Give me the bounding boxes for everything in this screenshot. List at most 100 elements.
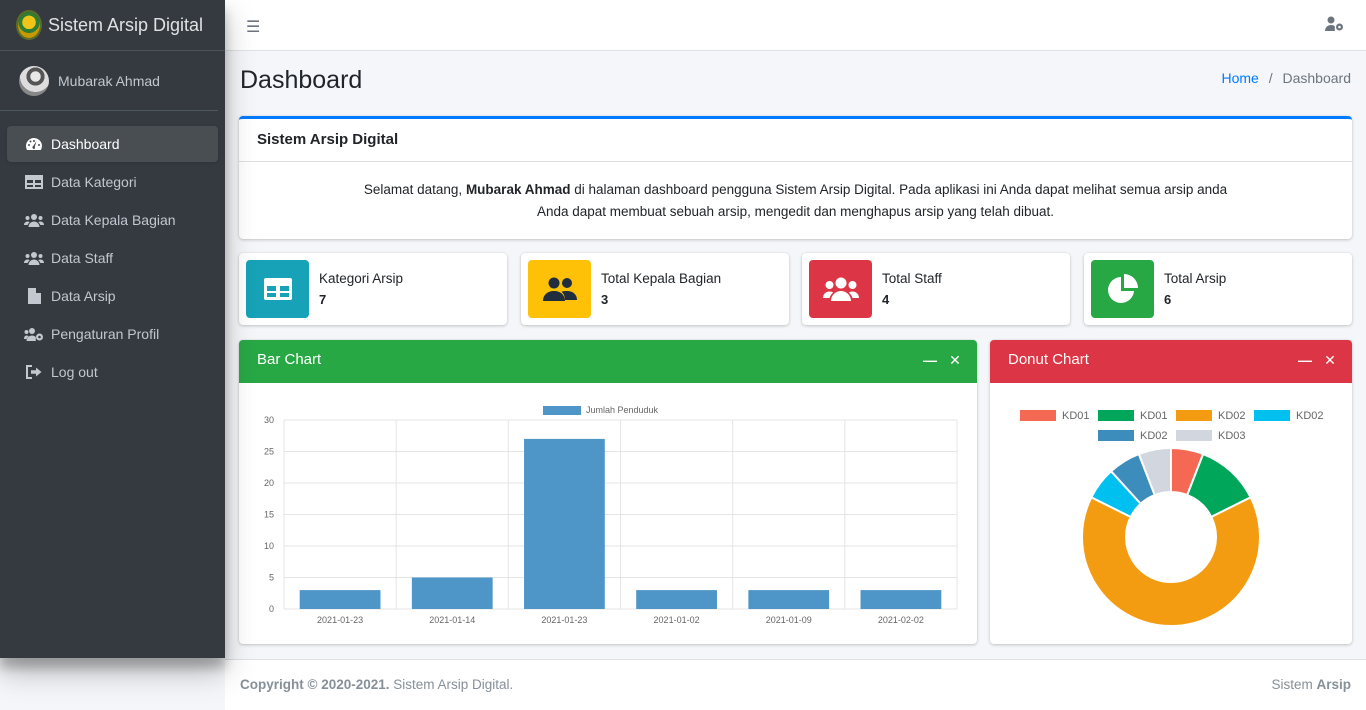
sidebar-item-data-arsip[interactable]: Data Arsip	[7, 278, 218, 314]
users-icon	[24, 212, 44, 228]
sidebar-item-data-kepala-bagian[interactable]: Data Kepala Bagian	[7, 202, 218, 238]
sidebar-item-label: Pengaturan Profil	[51, 326, 160, 342]
bar	[524, 438, 605, 609]
legend-label: KD01	[1140, 410, 1168, 422]
sidebar-item-data-staff[interactable]: Data Staff	[7, 240, 218, 276]
bar	[860, 590, 942, 609]
welcome-card: Sistem Arsip Digital Selamat datang, Mub…	[239, 116, 1352, 239]
footer-right-bold: Arsip	[1316, 677, 1351, 692]
x-tick-label: 2021-01-09	[766, 615, 812, 625]
sidebar-item-label: Log out	[51, 364, 98, 380]
avatar	[19, 65, 49, 96]
x-tick-label: 2021-01-23	[317, 615, 363, 625]
breadcrumb-current: Dashboard	[1282, 70, 1352, 86]
minimize-button[interactable]: —	[1298, 352, 1312, 369]
legend-label: KD01	[1062, 410, 1090, 422]
table-icon	[246, 260, 309, 318]
donut-chart-title: Donut Chart	[1008, 351, 1089, 368]
info-box-number: 6	[1164, 292, 1172, 307]
brand-link[interactable]: Sistem Arsip Digital	[0, 0, 225, 51]
sidebar-item-data-kategori[interactable]: Data Kategori	[7, 164, 218, 200]
welcome-card-title: Sistem Arsip Digital	[239, 119, 1352, 162]
legend-swatch	[1098, 410, 1134, 421]
users-icon	[809, 260, 872, 318]
menu-toggle-icon[interactable]: ☰	[246, 17, 260, 37]
sidebar-item-label: Data Kepala Bagian	[51, 212, 176, 228]
breadcrumb-separator: /	[1268, 70, 1273, 86]
footer-app-name: Sistem Arsip Digital.	[389, 677, 514, 692]
breadcrumb-home-link[interactable]: Home	[1221, 70, 1258, 86]
close-button[interactable]: ✕	[1324, 352, 1336, 369]
legend-label: KD02	[1296, 410, 1324, 422]
donut-slice	[1081, 495, 1261, 627]
donut-chart: KD01 KD01 KD02 KD02 KD02 KD03	[1020, 410, 1324, 627]
welcome-line-1: Selamat datang, Mubarak Ahmad di halaman…	[239, 179, 1352, 201]
sidebar-item-log-out[interactable]: Log out	[7, 354, 218, 390]
bar	[748, 590, 830, 609]
bar	[411, 577, 493, 609]
sidebar: Sistem Arsip Digital Mubarak Ahmad Dashb…	[0, 0, 225, 658]
brand-logo	[18, 12, 40, 38]
bar-chart-card: Bar Chart — ✕ 0 5 10 15 20 25 30 2021-01-23 2021…	[239, 340, 977, 644]
y-tick-label: 20	[264, 478, 274, 488]
footer-right: Sistem Arsip	[1271, 677, 1351, 692]
info-box-number: 4	[882, 292, 890, 307]
info-box-kategori-arsip: Kategori Arsip 7	[239, 253, 507, 325]
topbar: ☰	[225, 0, 1366, 51]
legend-label: KD02	[1218, 410, 1246, 422]
card-tools: — ✕	[923, 352, 961, 369]
info-box-label: Total Kepala Bagian	[601, 271, 722, 286]
sidebar-item-label: Dashboard	[51, 136, 120, 152]
user-name: Mubarak Ahmad	[58, 72, 160, 89]
donut-chart-card: Donut Chart — ✕ KD01 KD01 KD02 KD02 KD02 KD03	[990, 340, 1352, 644]
legend-label: KD02	[1140, 430, 1168, 442]
user-cog-icon[interactable]	[1325, 16, 1344, 36]
user-panel[interactable]: Mubarak Ahmad	[0, 51, 218, 111]
donut-chart-header: Donut Chart — ✕	[990, 340, 1352, 383]
bar	[636, 590, 717, 609]
x-tick-label: 2021-02-02	[878, 615, 924, 625]
welcome-line-2: Anda dapat membuat sebuah arsip, mengedi…	[536, 204, 1055, 219]
users-icon	[528, 260, 591, 318]
info-box-label: Total Arsip	[1164, 271, 1227, 286]
legend-swatch	[1176, 430, 1212, 441]
legend-swatch	[543, 406, 581, 415]
welcome-message: Selamat datang, Mubarak Ahmad di halaman…	[239, 162, 1352, 223]
footer: Copyright © 2020-2021. Sistem Arsip Digi…	[225, 659, 1366, 710]
legend-swatch	[1254, 410, 1290, 421]
y-tick-label: 0	[269, 604, 274, 614]
sidebar-nav: Dashboard Data Kategori Data Kepala Bagi…	[0, 126, 225, 390]
welcome-suffix: di halaman dashboard pengguna Sistem Ars…	[570, 182, 1228, 197]
footer-right-prefix: Sistem	[1271, 677, 1317, 692]
sidebar-item-label: Data Staff	[51, 250, 114, 266]
sidebar-item-pengaturan-profil[interactable]: Pengaturan Profil	[7, 316, 218, 352]
page-title: Dashboard	[240, 66, 363, 94]
pie-chart-icon	[1091, 260, 1154, 318]
y-tick-label: 25	[264, 447, 274, 457]
y-tick-label: 10	[264, 541, 274, 551]
y-tick-label: 5	[269, 573, 274, 583]
x-tick-label: 2021-01-14	[429, 615, 475, 625]
x-tick-label: 2021-01-02	[654, 615, 700, 625]
breadcrumb: Home / Dashboard	[1221, 70, 1351, 86]
sidebar-item-dashboard[interactable]: Dashboard	[7, 126, 218, 162]
sign-out-icon	[24, 364, 44, 380]
file-icon	[24, 288, 44, 304]
close-button[interactable]: ✕	[949, 352, 961, 369]
table-icon	[24, 174, 44, 190]
legend-swatch	[1176, 410, 1212, 421]
minimize-button[interactable]: —	[923, 352, 937, 369]
sidebar-item-label: Data Arsip	[51, 288, 116, 304]
footer-copyright: Copyright © 2020-2021.	[240, 677, 390, 692]
bar-chart-title: Bar Chart	[257, 351, 322, 368]
welcome-user-name: Mubarak Ahmad	[465, 182, 571, 197]
info-box-total-staff: Total Staff 4	[802, 253, 1070, 325]
users-cog-icon	[24, 326, 44, 342]
card-tools: — ✕	[1298, 352, 1336, 369]
welcome-prefix: Selamat datang,	[363, 182, 466, 197]
legend-label: Jumlah Penduduk	[586, 405, 659, 415]
info-box-label: Total Staff	[882, 271, 942, 286]
bar-chart-header: Bar Chart — ✕	[239, 340, 977, 383]
info-box-label: Kategori Arsip	[319, 271, 404, 286]
sidebar-item-label: Data Kategori	[51, 174, 137, 190]
